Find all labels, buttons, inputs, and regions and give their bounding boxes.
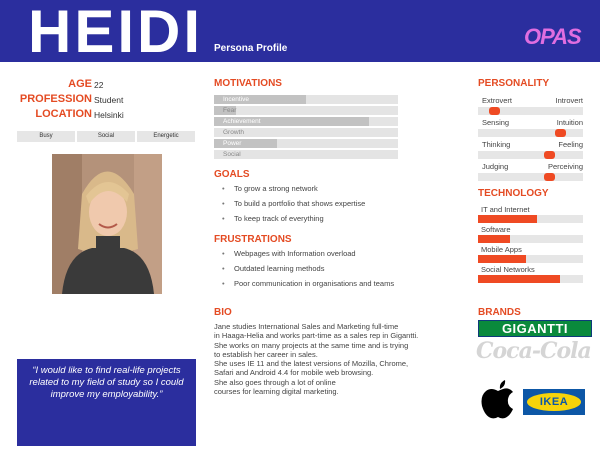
technology-track (478, 235, 583, 243)
fact-age-value: 22 (94, 80, 104, 90)
personality-track (478, 107, 583, 115)
personality-right-label: Intuition (556, 118, 583, 127)
trait-energetic: Energetic (137, 131, 195, 142)
motivation-label: Fear (223, 107, 237, 114)
trait-busy: Busy (17, 131, 75, 142)
fact-age: AGE 22 (0, 78, 200, 94)
technology-track (478, 255, 583, 263)
personality-heading: PERSONALITY (478, 78, 550, 89)
personality-marker (544, 151, 555, 159)
motivation-bar-social (214, 150, 398, 159)
personality-right-label: Introvert (555, 96, 583, 105)
gigantti-logo: GIGANTTI (478, 320, 592, 337)
brands-heading: BRANDS (478, 307, 521, 318)
personality-left-label: Thinking (482, 140, 511, 149)
technology-label: Mobile Apps (481, 245, 522, 254)
persona-photo (52, 154, 162, 294)
bio-line: She also goes through a lot of online (214, 377, 336, 387)
personality-track (478, 173, 583, 181)
cocacola-logo: Coca-Cola (476, 338, 592, 364)
motivation-label: Growth (223, 129, 244, 136)
bio-line: courses for learning digital marketing. (214, 387, 339, 397)
fact-profession-label: PROFESSION (19, 93, 92, 105)
goals-heading: GOALS (214, 169, 250, 180)
motivation-label: Incentive (223, 96, 250, 103)
fact-age-label: AGE (68, 78, 92, 90)
page-subtitle: Persona Profile (214, 43, 288, 54)
technology-fill (478, 215, 537, 223)
trait-social: Social (77, 131, 135, 142)
technology-label: Social Networks (481, 265, 535, 274)
goal-item: To keep track of everything (222, 214, 324, 223)
motivation-bar-power (214, 139, 398, 148)
personality-left-label: Extrovert (482, 96, 513, 105)
motivation-bar-fear (214, 106, 398, 115)
personality-marker (489, 107, 500, 115)
technology-heading: TECHNOLOGY (478, 188, 549, 199)
bio-line: Jane studies International Sales and Mar… (214, 322, 399, 331)
bio-line: She uses IE 11 and the latest versions o… (214, 359, 409, 369)
personality-marker (555, 129, 566, 137)
personality-track (478, 129, 583, 137)
technology-fill (478, 275, 560, 283)
ikea-logo: IKEA (523, 389, 585, 415)
frustration-item: Outdated learning methods (222, 264, 325, 273)
frustration-item: Webpages with Information overload (222, 249, 356, 258)
fact-location: LOCATION Helsinki (0, 108, 200, 124)
bio-line: Safari and Android 4.4 for mobile web br… (214, 368, 374, 378)
apple-logo (479, 376, 517, 420)
bio-heading: BIO (214, 307, 232, 318)
personality-left-label: Sensing (482, 118, 510, 127)
persona-quote: “I would like to find real-life projects… (17, 359, 196, 446)
technology-fill (478, 235, 510, 243)
bio-line: to establish her career in sales. (214, 349, 318, 359)
personality-left-label: Judging (482, 162, 509, 171)
technology-label: IT and Internet (481, 205, 530, 214)
personality-marker (544, 173, 555, 181)
technology-label: Software (481, 225, 511, 234)
personality-right-label: Perceiving (547, 162, 583, 171)
personality-track (478, 151, 583, 159)
ikea-logo-text: IKEA (527, 393, 581, 411)
fact-profession-value: Student (94, 95, 124, 105)
personality-right-label: Feeling (558, 140, 583, 149)
technology-track (478, 275, 583, 283)
bio-line: She works on many projects at the same t… (214, 340, 409, 350)
motivation-label: Achievement (223, 118, 261, 125)
frustrations-heading: FRUSTRATIONS (214, 234, 292, 245)
goal-item: To grow a strong network (222, 184, 318, 193)
technology-track (478, 215, 583, 223)
opas-logo: OPAS (524, 24, 582, 49)
bio-line: in Haaga-Helia and works part-time as a … (214, 331, 419, 341)
header-banner: HEIDI Persona Profile OPAS (0, 0, 600, 62)
persona-name: HEIDI (28, 0, 204, 65)
fact-location-value: Helsinki (94, 110, 124, 120)
bio-text: Jane studies International Sales and Mar… (214, 322, 476, 396)
fact-location-label: LOCATION (35, 108, 92, 120)
motivation-label: Social (223, 151, 241, 158)
frustration-item: Poor communication in organisations and … (222, 279, 394, 288)
motivation-label: Power (223, 140, 242, 147)
fact-profession: PROFESSION Student (0, 93, 200, 109)
goal-item: To build a portfolio that shows expertis… (222, 199, 365, 208)
motivations-heading: MOTIVATIONS (214, 78, 282, 89)
technology-fill (478, 255, 526, 263)
